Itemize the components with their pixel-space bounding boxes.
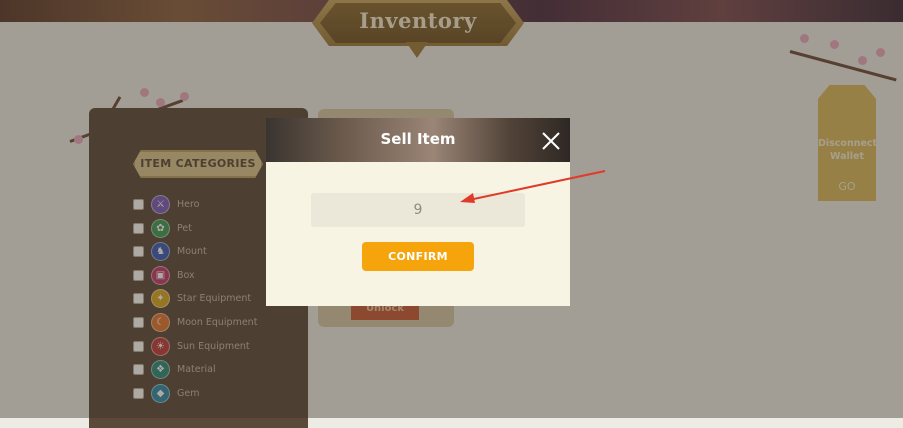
modal-title: Sell Item	[380, 130, 456, 148]
close-button[interactable]	[540, 130, 562, 152]
annotation-arrow-icon	[460, 170, 606, 203]
confirm-button[interactable]: CONFIRM	[362, 242, 474, 271]
close-icon	[542, 132, 560, 150]
